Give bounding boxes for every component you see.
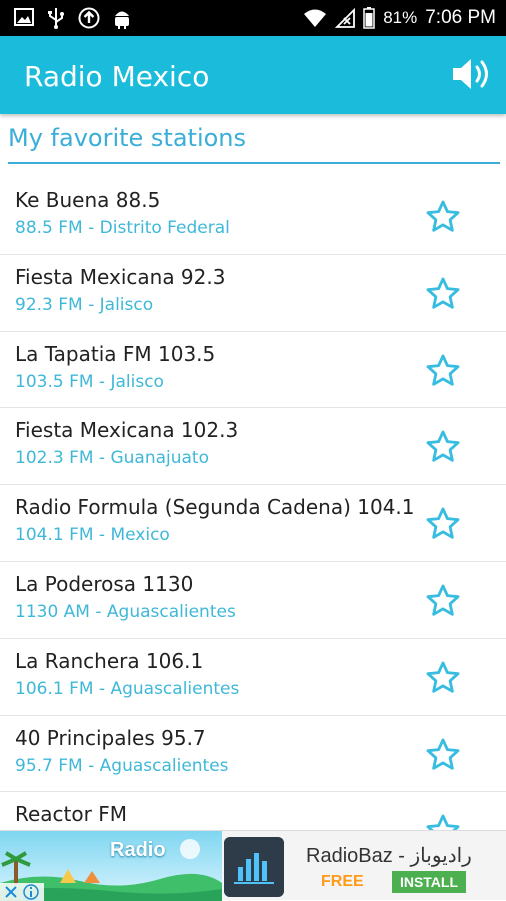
clock: 7:06 PM [425, 7, 496, 28]
station-row[interactable]: Reactor FM [0, 792, 506, 830]
station-frequency-location: 102.3 FM - Guanajuato [15, 448, 209, 469]
ad-banner-text: Radio [110, 839, 166, 861]
radiobaz-app-icon[interactable] [224, 837, 284, 897]
ad-banner[interactable]: Radio RadioBaz - راديوباز FREE INSTALL [0, 830, 506, 901]
close-icon[interactable] [2, 883, 20, 901]
section-divider [8, 162, 500, 164]
usb-icon [48, 8, 64, 29]
ad-title: RadioBaz - راديوباز [306, 845, 472, 867]
station-name: Radio Formula (Segunda Cadena) 104.1 [15, 495, 415, 520]
station-frequency-location: 106.1 FM - Aguascalientes [15, 678, 240, 699]
station-list[interactable]: Ke Buena 88.5 88.5 FM - Distrito Federal F… [0, 178, 506, 830]
station-name: La Ranchera 106.1 [15, 648, 204, 673]
station-frequency-location: 1130 AM - Aguascalientes [15, 601, 236, 622]
android-icon [115, 11, 129, 29]
volume-icon[interactable] [450, 54, 494, 94]
station-name: Ke Buena 88.5 [15, 188, 161, 212]
station-name: Fiesta Mexicana 102.3 [15, 418, 239, 443]
station-frequency-location: 95.7 FM - Aguascalientes [15, 755, 229, 776]
station-name: 40 Principales 95.7 [15, 725, 206, 750]
upload-circle-icon [78, 7, 100, 29]
station-row[interactable]: Fiesta Mexicana 92.3 92.3 FM - Jalisco [0, 255, 506, 332]
station-name: La Poderosa 1130 [15, 571, 194, 596]
station-name: La Tapatia FM 103.5 [15, 341, 216, 366]
station-frequency-location: 88.5 FM - Distrito Federal [15, 218, 230, 238]
app-bar: Radio Mexico [0, 36, 506, 114]
battery-icon [363, 7, 375, 29]
favorite-star-icon[interactable] [424, 582, 462, 620]
ad-choices[interactable] [0, 883, 44, 901]
battery-percent: 81% [383, 8, 418, 27]
app-title: Radio Mexico [24, 60, 210, 93]
station-row[interactable]: La Ranchera 106.1 106.1 FM - Aguascalient… [0, 639, 506, 716]
station-name: Fiesta Mexicana 92.3 [15, 264, 226, 289]
wifi-icon [304, 9, 327, 27]
favorite-star-icon[interactable] [424, 736, 462, 774]
section-title: My favorite stations [8, 124, 247, 152]
ad-install-button[interactable]: INSTALL [392, 871, 466, 893]
station-frequency-location: 104.1 FM - Mexico [15, 525, 170, 546]
station-row[interactable]: Fiesta Mexicana 102.3 102.3 FM - Guanajua… [0, 408, 506, 486]
favorite-star-icon[interactable] [424, 812, 462, 830]
favorite-star-icon[interactable] [424, 352, 462, 390]
favorite-star-icon[interactable] [424, 275, 462, 313]
station-row[interactable]: Ke Buena 88.5 88.5 FM - Distrito Federal [0, 178, 506, 255]
station-name: Reactor FM [15, 802, 127, 827]
station-row[interactable]: La Tapatia FM 103.5 103.5 FM - Jalisco [0, 332, 506, 409]
station-row[interactable]: La Poderosa 1130 1130 AM - Aguascalientes [0, 562, 506, 639]
status-bar: 81% 7:06 PM [0, 0, 506, 36]
image-icon [14, 8, 34, 26]
no-signal-icon [335, 8, 356, 28]
favorite-star-icon[interactable] [424, 659, 462, 697]
favorite-star-icon[interactable] [424, 198, 462, 236]
station-frequency-location: 92.3 FM - Jalisco [15, 294, 154, 315]
station-row[interactable]: Radio Formula (Segunda Cadena) 104.1 104.… [0, 485, 506, 562]
favorite-star-icon[interactable] [424, 428, 462, 466]
info-icon[interactable] [22, 883, 40, 901]
ad-free-label: FREE [321, 873, 364, 890]
station-frequency-location: 103.5 FM - Jalisco [15, 371, 164, 392]
station-row[interactable]: 40 Principales 95.7 95.7 FM - Aguascalien… [0, 716, 506, 793]
favorite-star-icon[interactable] [424, 505, 462, 543]
